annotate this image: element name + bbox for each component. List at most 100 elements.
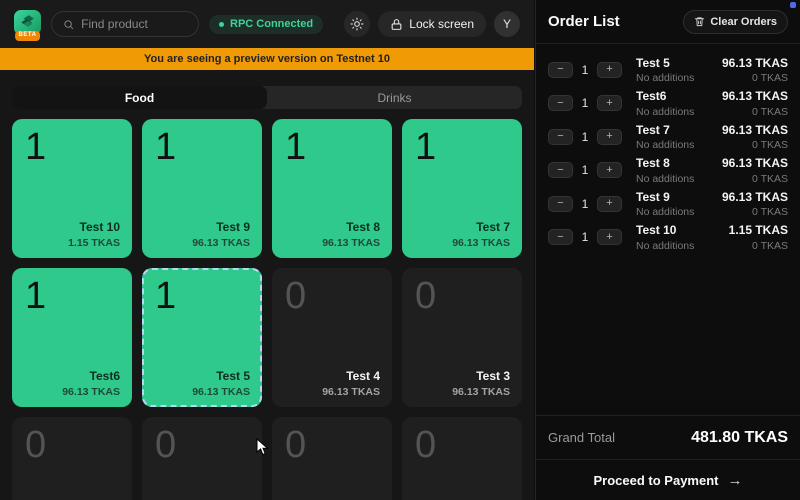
item-name-block: Test 5 No additions (636, 56, 694, 85)
grand-total-value: 481.80 TKAS (691, 429, 788, 447)
product-card-test-10[interactable]: 1 Test 10 1.15 TKAS (12, 119, 132, 258)
increment-button[interactable]: + (597, 62, 622, 78)
product-name: Test 9 (192, 220, 250, 234)
item-name: Test6 (636, 89, 694, 103)
item-additions: No additions (636, 206, 694, 218)
product-card[interactable]: 0 (12, 417, 132, 500)
item-name: Test 10 (636, 223, 694, 237)
product-qty: 1 (415, 128, 509, 168)
product-info: Test 4 96.13 TKAS (322, 369, 380, 398)
item-name-block: Test 10 No additions (636, 223, 694, 252)
testnet-preview-banner: You are seeing a preview version on Test… (0, 48, 534, 70)
avatar-initial: Y (503, 17, 511, 31)
product-info: Test 5 96.13 TKAS (192, 369, 250, 398)
product-price: 96.13 TKAS (192, 386, 250, 398)
decrement-button[interactable]: − (548, 229, 573, 245)
decrement-button[interactable]: − (548, 129, 573, 145)
product-qty: 0 (25, 426, 119, 466)
item-name-block: Test 7 No additions (636, 123, 694, 152)
item-price: 96.13 TKAS (722, 123, 788, 137)
product-name: Test 5 (192, 369, 250, 383)
increment-button[interactable]: + (597, 129, 622, 145)
item-additions-price: 0 TKAS (729, 240, 788, 252)
product-card-test-3[interactable]: 0 Test 3 96.13 TKAS (402, 268, 522, 407)
product-info: Test 10 1.15 TKAS (68, 220, 120, 249)
clear-orders-label: Clear Orders (710, 16, 777, 28)
product-qty: 1 (155, 277, 249, 317)
order-items-list: − 1 + Test 5 No additions 96.13 TKAS 0 T… (536, 44, 800, 254)
quantity-stepper: − 1 + (548, 229, 622, 245)
lock-screen-button[interactable]: Lock screen (378, 11, 486, 37)
item-name-block: Test 9 No additions (636, 190, 694, 219)
item-additions: No additions (636, 173, 694, 185)
item-qty: 1 (580, 96, 590, 110)
product-card-test-5[interactable]: 1 Test 5 96.13 TKAS (142, 268, 262, 407)
theme-toggle-button[interactable] (344, 11, 370, 37)
product-qty: 0 (285, 277, 379, 317)
item-additions-price: 0 TKAS (722, 106, 788, 118)
item-additions: No additions (636, 72, 694, 84)
item-qty: 1 (580, 130, 590, 144)
product-qty: 0 (285, 426, 379, 466)
quantity-stepper: − 1 + (548, 129, 622, 145)
product-card-test-9[interactable]: 1 Test 9 96.13 TKAS (142, 119, 262, 258)
item-name: Test 5 (636, 56, 694, 70)
sun-icon (350, 17, 364, 31)
item-name: Test 7 (636, 123, 694, 137)
item-additions-price: 0 TKAS (722, 206, 788, 218)
item-qty: 1 (580, 163, 590, 177)
item-price: 96.13 TKAS (722, 156, 788, 170)
clear-orders-button[interactable]: Clear Orders (683, 10, 788, 34)
product-name: Test 10 (68, 220, 120, 234)
order-list-title: Order List (548, 13, 620, 30)
beta-badge: BETA (15, 31, 41, 40)
category-tabs: Food Drinks (12, 86, 522, 109)
order-panel-header: Order List Clear Orders (536, 0, 800, 44)
item-prices: 96.13 TKAS 0 TKAS (722, 89, 788, 118)
product-info: Test 8 96.13 TKAS (322, 220, 380, 249)
order-item-test-8: − 1 + Test 8 No additions 96.13 TKAS 0 T… (548, 154, 788, 188)
product-card-test-4[interactable]: 0 Test 4 96.13 TKAS (272, 268, 392, 407)
decrement-button[interactable]: − (548, 196, 573, 212)
product-card-test-7[interactable]: 1 Test 7 96.13 TKAS (402, 119, 522, 258)
order-panel: Order List Clear Orders − 1 + Test 5 No … (535, 0, 800, 500)
product-qty: 1 (285, 128, 379, 168)
increment-button[interactable]: + (597, 162, 622, 178)
search-input[interactable] (81, 17, 187, 31)
dev-indicator-dot[interactable] (790, 2, 796, 8)
item-prices: 96.13 TKAS 0 TKAS (722, 56, 788, 85)
product-price: 96.13 TKAS (62, 386, 120, 398)
decrement-button[interactable]: − (548, 95, 573, 111)
product-price: 96.13 TKAS (192, 237, 250, 249)
product-card[interactable]: 0 (142, 417, 262, 500)
product-info: Test 9 96.13 TKAS (192, 220, 250, 249)
product-card[interactable]: 0 (272, 417, 392, 500)
decrement-button[interactable]: − (548, 162, 573, 178)
order-item-test6: − 1 + Test6 No additions 96.13 TKAS 0 TK… (548, 87, 788, 121)
product-card-test-8[interactable]: 1 Test 8 96.13 TKAS (272, 119, 392, 258)
decrement-button[interactable]: − (548, 62, 573, 78)
increment-button[interactable]: + (597, 229, 622, 245)
tab-food[interactable]: Food (12, 86, 267, 109)
search-icon (63, 18, 74, 31)
product-price: 96.13 TKAS (322, 386, 380, 398)
product-card[interactable]: 0 (402, 417, 522, 500)
proceed-label: Proceed to Payment (594, 473, 719, 488)
tab-drinks[interactable]: Drinks (267, 86, 522, 109)
item-additions-price: 0 TKAS (722, 72, 788, 84)
product-card-test6[interactable]: 1 Test6 96.13 TKAS (12, 268, 132, 407)
product-search[interactable] (51, 11, 199, 37)
arrow-right-icon: → (728, 472, 743, 489)
increment-button[interactable]: + (597, 196, 622, 212)
lock-screen-label: Lock screen (409, 17, 474, 31)
grand-total-label: Grand Total (548, 430, 615, 445)
item-qty: 1 (580, 197, 590, 211)
product-name: Test 4 (322, 369, 380, 383)
product-grid: 1 Test 10 1.15 TKAS 1 Test 9 96.13 TKAS … (12, 119, 522, 500)
rpc-status-badge: RPC Connected (209, 15, 323, 34)
user-avatar[interactable]: Y (494, 11, 520, 37)
proceed-to-payment-button[interactable]: Proceed to Payment → (536, 459, 800, 500)
product-price: 96.13 TKAS (452, 237, 510, 249)
status-dot-icon (219, 22, 224, 27)
increment-button[interactable]: + (597, 95, 622, 111)
